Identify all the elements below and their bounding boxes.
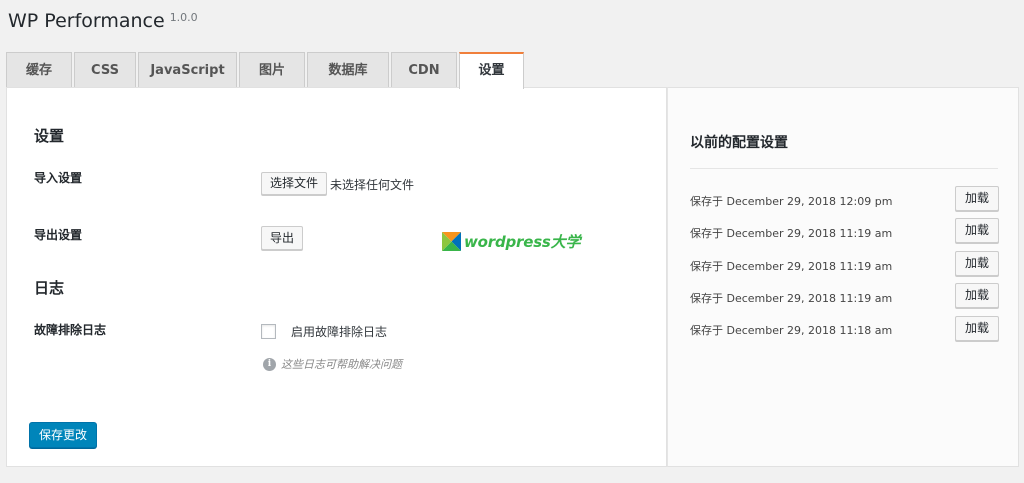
plugin-name: WP Performance	[8, 10, 165, 32]
watermark-text: wordpress大学	[464, 233, 581, 251]
previous-configs-panel: 以前的配置设置 保存于 December 29, 2018 12:09 pm 加…	[667, 87, 1019, 467]
page-title: WP Performance 1.0.0	[8, 10, 198, 32]
log-hint-text: 这些日志可帮助解决问题	[281, 358, 402, 371]
logs-heading: 日志	[34, 279, 65, 297]
tab-images[interactable]: 图片	[239, 52, 305, 88]
import-settings-label: 导入设置	[34, 171, 83, 185]
wordpress-daxue-logo-icon	[442, 232, 461, 251]
load-config-button[interactable]: 加载	[955, 316, 999, 341]
load-config-button[interactable]: 加载	[955, 186, 999, 211]
config-entry-text: 保存于 December 29, 2018 12:09 pm	[690, 195, 893, 208]
load-config-button[interactable]: 加载	[955, 251, 999, 276]
config-entry-text: 保存于 December 29, 2018 11:19 am	[690, 227, 893, 240]
export-button[interactable]: 导出	[261, 226, 304, 250]
tab-settings[interactable]: 设置	[459, 52, 524, 89]
enable-debug-log-text: 启用故障排除日志	[291, 325, 388, 339]
watermark-logo: wordpress大学	[442, 231, 580, 252]
version-badge: 1.0.0	[169, 11, 198, 24]
tab-css[interactable]: CSS	[74, 52, 136, 88]
tab-cdn[interactable]: CDN	[391, 52, 457, 88]
export-settings-label: 导出设置	[34, 228, 83, 242]
settings-panel: 设置 导入设置 选择文件 未选择任何文件 导出设置 导出 日志 故障排除日志 启…	[6, 87, 667, 467]
previous-configs-title: 以前的配置设置	[690, 135, 788, 151]
settings-heading: 设置	[34, 127, 65, 145]
load-config-button[interactable]: 加载	[955, 283, 999, 308]
no-file-chosen-text: 未选择任何文件	[330, 178, 415, 192]
info-icon: i	[263, 358, 276, 371]
tab-database[interactable]: 数据库	[307, 52, 389, 88]
config-entry-text: 保存于 December 29, 2018 11:19 am	[690, 292, 893, 305]
config-entry-text: 保存于 December 29, 2018 11:18 am	[690, 324, 893, 337]
tab-cache[interactable]: 缓存	[6, 52, 72, 88]
debug-log-label: 故障排除日志	[34, 323, 107, 337]
config-entry-text: 保存于 December 29, 2018 11:19 am	[690, 260, 893, 273]
load-config-button[interactable]: 加载	[955, 218, 999, 243]
choose-file-button[interactable]: 选择文件	[261, 172, 328, 195]
tab-javascript[interactable]: JavaScript	[138, 52, 237, 88]
save-changes-button[interactable]: 保存更改	[29, 422, 98, 448]
divider	[690, 168, 998, 169]
enable-debug-log-checkbox[interactable]	[261, 324, 276, 339]
